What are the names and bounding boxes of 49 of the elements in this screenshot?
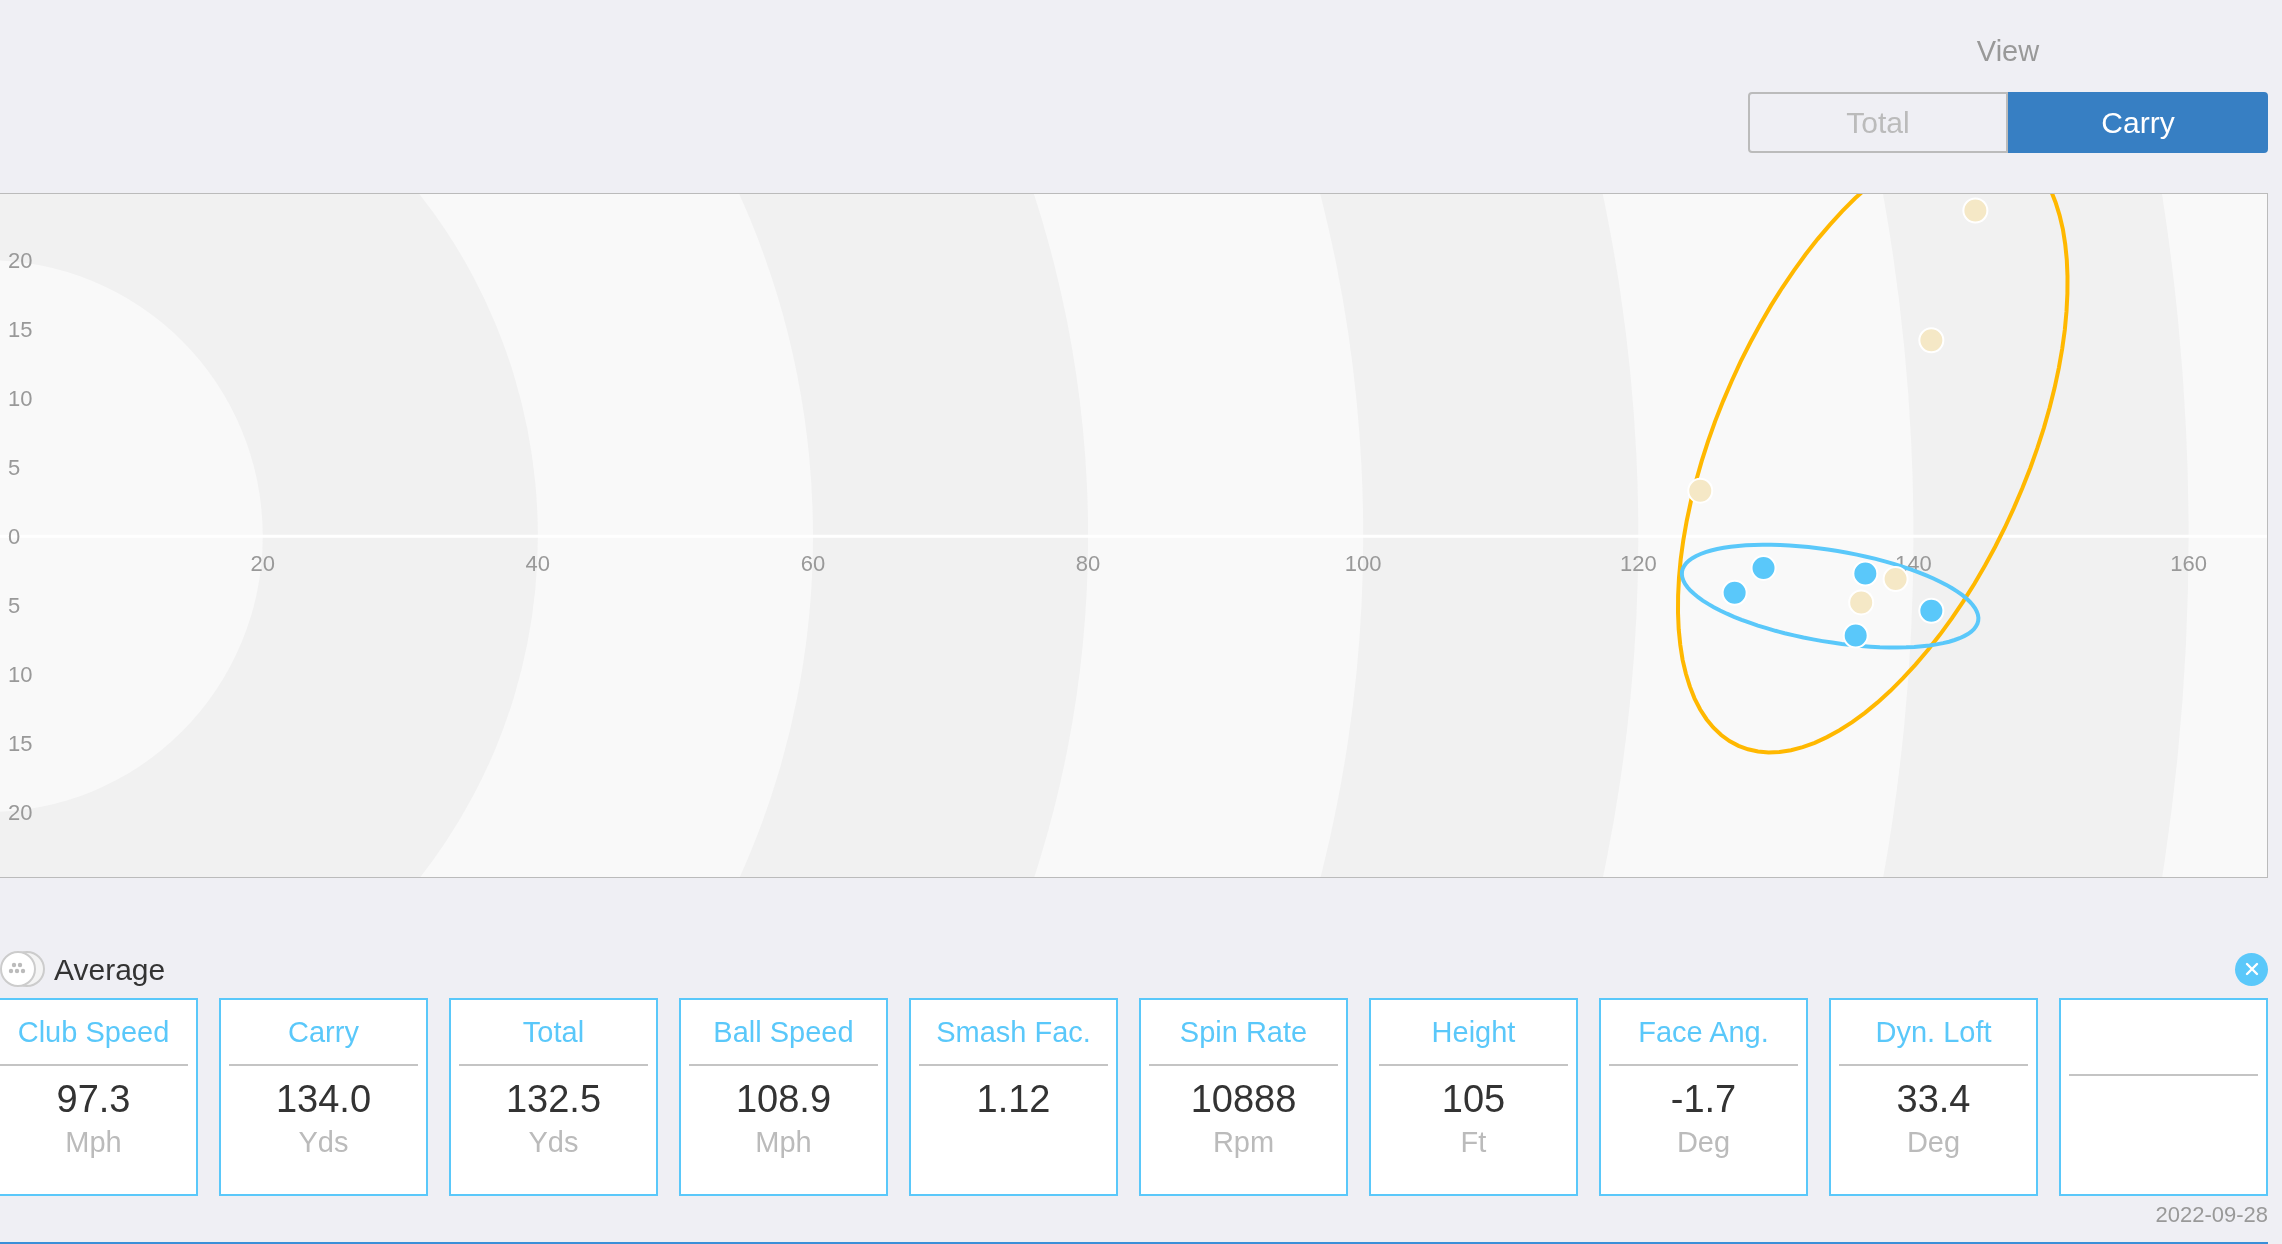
axis-tick-label: 60 [800, 551, 826, 577]
axis-tick-label: 15 [8, 731, 33, 757]
axis-tick-label: 160 [2170, 551, 2207, 577]
close-button[interactable] [2235, 952, 2268, 986]
metric-value: 132.5 [505, 1077, 602, 1122]
metric-title: Club Speed [17, 1015, 170, 1050]
metric-value: 33.4 [1896, 1077, 1971, 1122]
axis-tick-label: 0 [8, 524, 21, 550]
view-label: View [1975, 34, 2041, 69]
axis-tick-label: 20 [8, 248, 33, 274]
metric-title: Face Ang. [1638, 1015, 1769, 1050]
metric-value: 108.9 [735, 1077, 832, 1122]
metric-value: 1.12 [976, 1077, 1051, 1122]
axis-tick-label: 10 [8, 386, 33, 412]
metric-title: Height [1431, 1015, 1516, 1050]
view-tab[interactable]: Carry [2008, 92, 2268, 153]
axis-tick-label: 20 [8, 800, 33, 826]
metric-title: Spin Rate [1179, 1015, 1308, 1050]
metric-title: Total [522, 1015, 585, 1050]
metric-unit: Mph [755, 1125, 812, 1160]
axis-tick-label: 120 [1620, 551, 1657, 577]
metric-value: -1.7 [1670, 1077, 1737, 1122]
axis-tick-label: 10 [8, 662, 33, 688]
metric-value: 105 [1441, 1077, 1506, 1122]
metric-title: Smash Fac. [936, 1015, 1091, 1050]
axis-tick-label: 80 [1075, 551, 1101, 577]
metric-unit: Deg [1676, 1125, 1731, 1160]
metric-unit: Mph [65, 1125, 122, 1160]
metric-unit: Ft [1460, 1125, 1487, 1160]
metric-title: Dyn. Loft [1875, 1015, 1992, 1050]
axis-tick-label: 15 [8, 317, 33, 343]
axis-tick-label: 100 [1344, 551, 1382, 577]
axis-tick-label: 5 [8, 455, 21, 481]
metric-unit: Deg [1906, 1125, 1961, 1160]
close-icon [2243, 961, 2260, 977]
metric-value: 10888 [1190, 1077, 1297, 1122]
axis-tick-label: 5 [8, 593, 21, 619]
metric-title: Ball Speed [713, 1015, 854, 1050]
metric-title: Carry [288, 1015, 359, 1050]
metric-unit: Rpm [1212, 1125, 1275, 1160]
metric-value: 134.0 [275, 1077, 372, 1122]
average-label: Average [54, 951, 166, 988]
axis-tick-label: 40 [525, 551, 551, 577]
date-label: 2022-09-28 [2155, 1201, 2268, 1229]
metric-value: 97.3 [56, 1077, 131, 1122]
metric-unit: Yds [528, 1125, 579, 1160]
axis-tick-label: 20 [250, 551, 275, 577]
metric-unit: Yds [298, 1125, 349, 1160]
dots-icon [0, 950, 46, 988]
